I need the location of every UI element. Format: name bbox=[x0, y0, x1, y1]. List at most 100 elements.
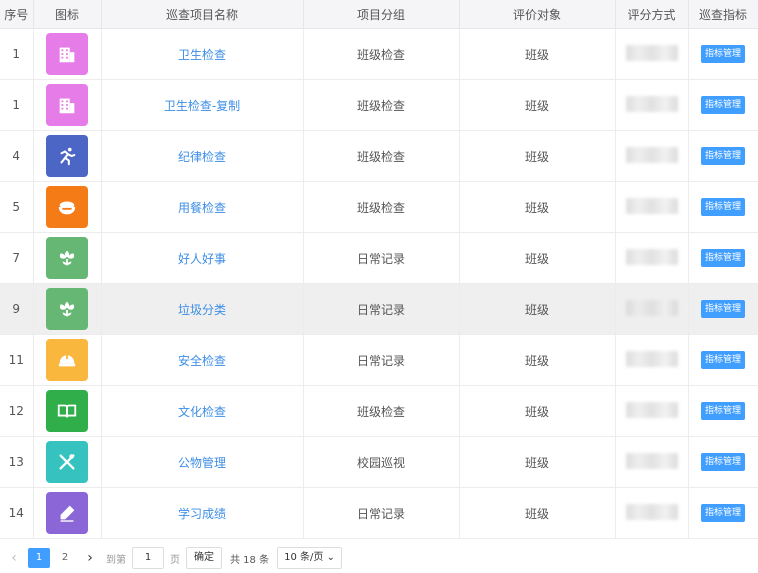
seq-cell: 12 bbox=[0, 385, 34, 437]
item-name-link[interactable]: 垃圾分类 bbox=[178, 303, 226, 317]
header-scoring: 评分方式 bbox=[615, 0, 689, 29]
blurred-scoring-value bbox=[625, 197, 678, 214]
scoring-cell bbox=[615, 130, 689, 182]
manage-indicators-button[interactable]: 指标管理 bbox=[700, 453, 745, 471]
manage-indicators-button[interactable]: 指标管理 bbox=[700, 147, 745, 165]
indicator-cell: 指标管理 bbox=[688, 487, 758, 539]
name-cell: 纪律检查 bbox=[101, 130, 304, 182]
header-seq: 序号 bbox=[0, 0, 34, 29]
scoring-cell bbox=[615, 436, 689, 488]
chevron-down-icon: ⌄ bbox=[326, 552, 335, 563]
header-name: 巡查项目名称 bbox=[101, 0, 304, 29]
manage-indicators-button[interactable]: 指标管理 bbox=[700, 96, 745, 114]
manage-indicators-button[interactable]: 指标管理 bbox=[700, 504, 745, 522]
item-name-link[interactable]: 学习成绩 bbox=[178, 507, 226, 521]
icon-cell bbox=[33, 232, 102, 284]
name-cell: 学习成绩 bbox=[101, 487, 304, 539]
manage-indicators-button[interactable]: 指标管理 bbox=[700, 198, 745, 216]
table-row[interactable]: 7 好人好事 日常记录 班级 指标管理 bbox=[0, 232, 758, 284]
table-row[interactable]: 11 安全检查 日常记录 班级 指标管理 bbox=[0, 334, 758, 386]
item-name-link[interactable]: 安全检查 bbox=[178, 354, 226, 368]
tools-icon bbox=[46, 441, 88, 483]
scoring-cell bbox=[615, 385, 689, 437]
table-row[interactable]: 1 卫生检查 班级检查 班级 指标管理 bbox=[0, 28, 758, 80]
page-size-select[interactable]: 10 条/页 ⌄ bbox=[277, 547, 342, 569]
rice-bowl-icon bbox=[46, 186, 88, 228]
target-cell: 班级 bbox=[459, 385, 616, 437]
indicator-cell: 指标管理 bbox=[688, 385, 758, 437]
goto-confirm-button[interactable]: 确定 bbox=[186, 547, 222, 569]
flower-icon bbox=[46, 288, 88, 330]
icon-cell bbox=[33, 334, 102, 386]
table-row[interactable]: 4 纪律检查 班级检查 班级 指标管理 bbox=[0, 130, 758, 182]
page-number-1[interactable]: 1 bbox=[28, 548, 50, 568]
manage-indicators-button[interactable]: 指标管理 bbox=[700, 351, 745, 369]
item-name-link[interactable]: 好人好事 bbox=[178, 252, 226, 266]
group-cell: 班级检查 bbox=[303, 28, 460, 80]
indicator-cell: 指标管理 bbox=[688, 283, 758, 335]
page-size-value: 10 条/页 bbox=[284, 552, 324, 563]
item-name-link[interactable]: 卫生检查 bbox=[178, 48, 226, 62]
scoring-cell bbox=[615, 334, 689, 386]
icon-cell bbox=[33, 283, 102, 335]
patrol-items-table: 序号 图标 巡查项目名称 项目分组 评价对象 评分方式 巡查指标 1 卫生检查 班级… bbox=[0, 0, 758, 539]
item-name-link[interactable]: 用餐检查 bbox=[178, 201, 226, 215]
goto-label: 到第 bbox=[106, 554, 126, 566]
item-name-link[interactable]: 文化检查 bbox=[178, 405, 226, 419]
group-cell: 日常记录 bbox=[303, 283, 460, 335]
blurred-scoring-value bbox=[625, 452, 678, 469]
manage-indicators-button[interactable]: 指标管理 bbox=[700, 300, 745, 318]
indicator-cell: 指标管理 bbox=[688, 130, 758, 182]
group-cell: 班级检查 bbox=[303, 79, 460, 131]
prev-page-icon[interactable]: ‹ bbox=[4, 550, 24, 566]
blurred-scoring-value bbox=[625, 95, 678, 112]
header-indicators: 巡查指标 bbox=[688, 0, 758, 29]
open-book-icon bbox=[46, 390, 88, 432]
name-cell: 公物管理 bbox=[101, 436, 304, 488]
page-number-2[interactable]: 2 bbox=[54, 548, 76, 568]
blurred-scoring-value bbox=[625, 44, 678, 61]
icon-cell bbox=[33, 487, 102, 539]
item-name-link[interactable]: 纪律检查 bbox=[178, 150, 226, 164]
manage-indicators-button[interactable]: 指标管理 bbox=[700, 402, 745, 420]
table-row[interactable]: 12 文化检查 班级检查 班级 指标管理 bbox=[0, 385, 758, 437]
table-row[interactable]: 1 卫生检查-复制 班级检查 班级 指标管理 bbox=[0, 79, 758, 131]
page-unit-label: 页 bbox=[170, 554, 180, 566]
header-icon: 图标 bbox=[33, 0, 102, 29]
item-name-link[interactable]: 公物管理 bbox=[178, 456, 226, 470]
scoring-cell bbox=[615, 487, 689, 539]
group-cell: 校园巡视 bbox=[303, 436, 460, 488]
table-row[interactable]: 5 用餐检查 班级检查 班级 指标管理 bbox=[0, 181, 758, 233]
seq-cell: 1 bbox=[0, 28, 34, 80]
manage-indicators-button[interactable]: 指标管理 bbox=[700, 249, 745, 267]
scoring-cell bbox=[615, 283, 689, 335]
scoring-cell bbox=[615, 79, 689, 131]
indicator-cell: 指标管理 bbox=[688, 79, 758, 131]
goto-page-input[interactable]: 1 bbox=[132, 547, 164, 569]
scoring-cell bbox=[615, 232, 689, 284]
name-cell: 卫生检查 bbox=[101, 28, 304, 80]
name-cell: 用餐检查 bbox=[101, 181, 304, 233]
target-cell: 班级 bbox=[459, 181, 616, 233]
header-group: 项目分组 bbox=[303, 0, 460, 29]
blurred-scoring-value bbox=[625, 299, 678, 316]
name-cell: 安全检查 bbox=[101, 334, 304, 386]
table-row[interactable]: 9 垃圾分类 日常记录 班级 指标管理 bbox=[0, 283, 758, 335]
building-icon bbox=[46, 84, 88, 126]
item-name-link[interactable]: 卫生检查-复制 bbox=[164, 99, 240, 113]
group-cell: 日常记录 bbox=[303, 487, 460, 539]
running-person-icon bbox=[46, 135, 88, 177]
table-header-row: 序号 图标 巡查项目名称 项目分组 评价对象 评分方式 巡查指标 bbox=[0, 0, 758, 29]
indicator-cell: 指标管理 bbox=[688, 28, 758, 80]
target-cell: 班级 bbox=[459, 334, 616, 386]
flower-icon bbox=[46, 237, 88, 279]
manage-indicators-button[interactable]: 指标管理 bbox=[700, 45, 745, 63]
next-page-icon[interactable]: › bbox=[80, 550, 100, 566]
table-row[interactable]: 13 公物管理 校园巡视 班级 指标管理 bbox=[0, 436, 758, 488]
icon-cell bbox=[33, 436, 102, 488]
blurred-scoring-value bbox=[625, 401, 678, 418]
table-row[interactable]: 14 学习成绩 日常记录 班级 指标管理 bbox=[0, 487, 758, 539]
name-cell: 文化检查 bbox=[101, 385, 304, 437]
total-count: 共 18 条 bbox=[230, 554, 270, 566]
blurred-scoring-value bbox=[625, 503, 678, 520]
